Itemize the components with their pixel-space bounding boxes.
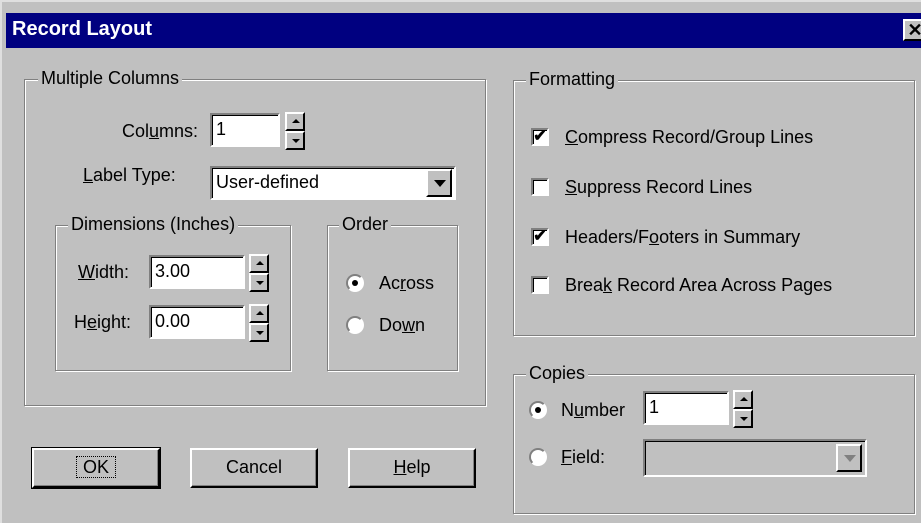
- break-record-label[interactable]: Break Record Area Across Pages: [565, 274, 832, 296]
- spin-down-icon[interactable]: [249, 323, 269, 342]
- suppress-lines-label[interactable]: Suppress Record Lines: [565, 176, 752, 198]
- copies-number-input[interactable]: 1: [643, 391, 729, 425]
- height-input[interactable]: 0.00: [149, 305, 245, 339]
- spin-up-icon[interactable]: [733, 390, 753, 409]
- compress-lines-label[interactable]: Compress Record/Group Lines: [565, 126, 813, 148]
- order-across-radio[interactable]: [346, 274, 364, 292]
- spin-down-icon[interactable]: [249, 273, 269, 292]
- label-type-select[interactable]: User-defined: [210, 166, 456, 200]
- formatting-legend: Formatting: [526, 69, 619, 89]
- close-button[interactable]: ✕: [903, 19, 921, 41]
- order-group: [327, 225, 458, 371]
- width-label: Width:: [78, 262, 130, 282]
- suppress-lines-checkbox[interactable]: [531, 178, 549, 196]
- spin-down-icon[interactable]: [285, 131, 305, 150]
- order-across-label[interactable]: Across: [379, 272, 434, 294]
- width-spinner[interactable]: [249, 254, 269, 292]
- break-record-checkbox[interactable]: [531, 276, 549, 294]
- ok-button[interactable]: OK: [31, 447, 161, 489]
- chevron-down-icon[interactable]: [836, 444, 862, 472]
- record-layout-dialog: Record Layout ✕ Multiple Columns Columns…: [0, 0, 921, 523]
- height-label: Height:: [74, 312, 132, 332]
- close-icon: ✕: [907, 20, 921, 40]
- chevron-down-icon[interactable]: [426, 169, 452, 197]
- spin-up-icon[interactable]: [249, 304, 269, 323]
- height-spinner[interactable]: [249, 304, 269, 342]
- label-type-label: Label Type:: [83, 165, 176, 185]
- spin-down-icon[interactable]: [733, 409, 753, 428]
- copies-spinner[interactable]: [733, 390, 753, 428]
- order-down-label[interactable]: Down: [379, 314, 425, 336]
- width-input[interactable]: 3.00: [149, 255, 245, 289]
- dimensions-group: [55, 225, 291, 371]
- headers-footers-checkbox[interactable]: ✔: [531, 228, 549, 246]
- copies-legend: Copies: [526, 363, 589, 383]
- title-bar[interactable]: Record Layout ✕: [6, 13, 921, 48]
- dimensions-legend: Dimensions (Inches): [68, 214, 239, 234]
- columns-input[interactable]: 1: [210, 113, 280, 147]
- copies-number-radio[interactable]: [529, 401, 547, 419]
- headers-footers-label[interactable]: Headers/Footers in Summary: [565, 226, 800, 248]
- spin-up-icon[interactable]: [285, 112, 305, 131]
- copies-field-radio[interactable]: [529, 448, 547, 466]
- copies-field-label[interactable]: Field:: [561, 446, 605, 468]
- copies-number-label[interactable]: Number: [561, 399, 625, 421]
- multiple-columns-legend: Multiple Columns: [38, 68, 183, 88]
- compress-lines-checkbox[interactable]: ✔: [531, 128, 549, 146]
- columns-spinner[interactable]: [285, 112, 305, 150]
- copies-field-select[interactable]: [643, 439, 867, 477]
- cancel-button[interactable]: Cancel: [190, 448, 318, 488]
- order-down-radio[interactable]: [346, 316, 364, 334]
- help-button[interactable]: Help: [348, 448, 476, 488]
- columns-label: Columns:: [122, 121, 199, 141]
- formatting-group: [513, 80, 915, 336]
- order-legend: Order: [339, 214, 392, 234]
- spin-up-icon[interactable]: [249, 254, 269, 273]
- window-title: Record Layout: [12, 18, 153, 40]
